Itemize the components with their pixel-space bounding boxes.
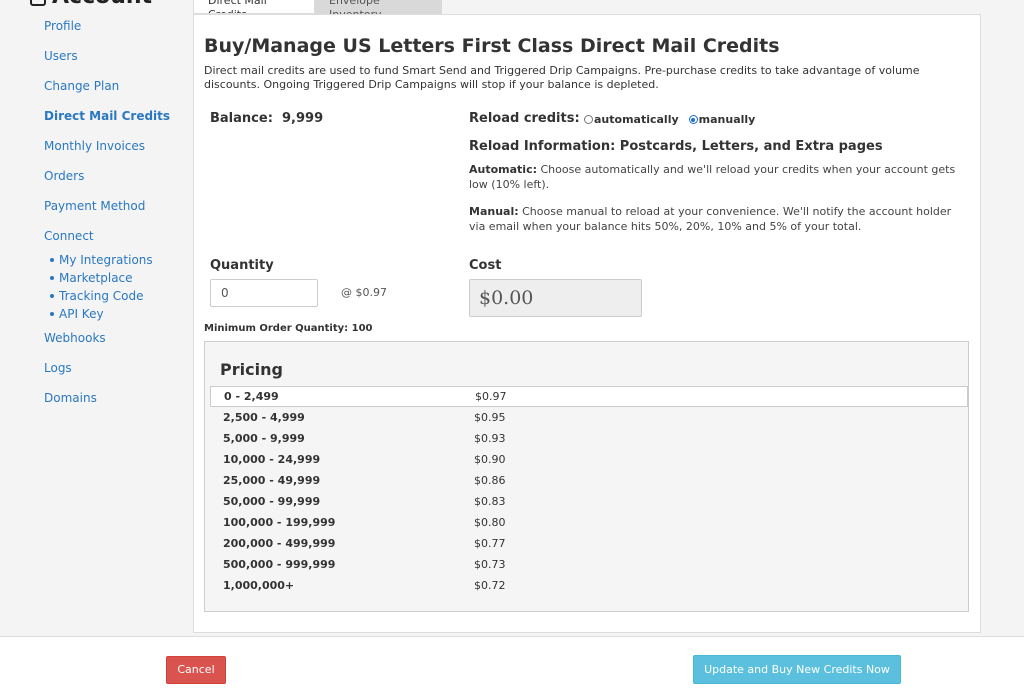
reload-manually-label[interactable]: manually	[699, 113, 756, 126]
automatic-info-text: Choose automatically and we'll reload yo…	[469, 163, 956, 191]
pricing-range: 50,000 - 99,999	[223, 495, 321, 508]
pricing-range: 100,000 - 199,999	[223, 516, 336, 529]
account-header-label: Account	[52, 0, 152, 9]
balance-label: Balance:	[210, 111, 273, 126]
pricing-range: 2,500 - 4,999	[223, 411, 305, 424]
pricing-price: $0.97	[475, 390, 507, 403]
pricing-price: $0.73	[474, 558, 506, 571]
tab-envelope-inventory[interactable]: Envelope Inventory	[315, 0, 442, 14]
pricing-row: 25,000 - 49,999 $0.86	[210, 471, 968, 492]
pricing-row: 50,000 - 99,999 $0.83	[210, 492, 968, 513]
subitem-label: My Integrations	[59, 253, 153, 267]
bullet-icon	[50, 311, 54, 316]
pricing-range: 0 - 2,499	[224, 390, 279, 403]
sidebar-item-orders[interactable]: Orders	[44, 169, 84, 183]
manual-info-text: Choose manual to reload at your convenie…	[469, 205, 952, 233]
sidebar-subitem-api-key[interactable]: API Key	[50, 307, 104, 321]
min-order-quantity: Minimum Order Quantity: 100	[204, 323, 373, 334]
subitem-label: Marketplace	[59, 271, 133, 285]
pricing-price: $0.90	[474, 453, 506, 466]
pricing-range: 25,000 - 49,999	[223, 474, 321, 487]
sidebar-item-profile[interactable]: Profile	[44, 19, 81, 33]
quantity-label: Quantity	[210, 258, 274, 273]
manual-info-label: Manual:	[469, 205, 519, 218]
main-panel: Buy/Manage US Letters First Class Direct…	[193, 14, 981, 633]
sidebar-item-monthly-invoices[interactable]: Monthly Invoices	[44, 139, 145, 153]
sidebar-subitem-my-integrations[interactable]: My Integrations	[50, 253, 153, 267]
pricing-price: $0.72	[474, 579, 506, 592]
bullet-icon	[50, 275, 54, 280]
sidebar-subitem-marketplace[interactable]: Marketplace	[50, 271, 133, 285]
page-title: Buy/Manage US Letters First Class Direct…	[204, 35, 780, 57]
pricing-price: $0.80	[474, 516, 506, 529]
pricing-row: 5,000 - 9,999 $0.93	[210, 429, 968, 450]
cost-label: Cost	[469, 258, 502, 273]
sidebar-item-users[interactable]: Users	[44, 49, 78, 63]
pricing-price: $0.93	[474, 432, 506, 445]
reload-info-title: Reload Information: Postcards, Letters, …	[469, 139, 883, 154]
pricing-price: $0.95	[474, 411, 506, 424]
pricing-price: $0.77	[474, 537, 506, 550]
reload-automatically-radio[interactable]	[584, 115, 593, 124]
balance-value: 9,999	[282, 111, 324, 126]
sidebar-item-change-plan[interactable]: Change Plan	[44, 79, 119, 93]
cost-field: $0.00	[469, 279, 642, 317]
sidebar-item-webhooks[interactable]: Webhooks	[44, 331, 106, 345]
automatic-info: Automatic: Choose automatically and we'l…	[469, 162, 959, 192]
pricing-row: 500,000 - 999,999 $0.73	[210, 555, 968, 576]
cancel-button[interactable]: Cancel	[166, 656, 226, 684]
pricing-row: 10,000 - 24,999 $0.90	[210, 450, 968, 471]
sidebar: Account Profile Users Change Plan Direct…	[0, 0, 190, 636]
reload-manually-radio[interactable]	[688, 115, 698, 124]
reload-automatically-label[interactable]: automatically	[594, 113, 679, 126]
pricing-price: $0.83	[474, 495, 506, 508]
update-and-buy-button[interactable]: Update and Buy New Credits Now	[693, 655, 901, 684]
pricing-range: 500,000 - 999,999	[223, 558, 336, 571]
tab-direct-mail-credits[interactable]: Direct Mail Credits	[193, 0, 315, 14]
sidebar-item-direct-mail-credits[interactable]: Direct Mail Credits	[44, 109, 170, 123]
footer-bar: Cancel Update and Buy New Credits Now	[0, 636, 1024, 700]
pricing-range: 5,000 - 9,999	[223, 432, 305, 445]
automatic-info-label: Automatic:	[469, 163, 537, 176]
pricing-range: 1,000,000+	[223, 579, 295, 592]
pricing-row: 100,000 - 199,999 $0.80	[210, 513, 968, 534]
pricing-row: 2,500 - 4,999 $0.95	[210, 408, 968, 429]
sidebar-subitem-tracking-code[interactable]: Tracking Code	[50, 289, 144, 303]
manual-info: Manual: Choose manual to reload at your …	[469, 204, 959, 234]
sidebar-item-payment-method[interactable]: Payment Method	[44, 199, 145, 213]
bullet-icon	[50, 257, 54, 262]
subitem-label: Tracking Code	[59, 289, 144, 303]
subitem-label: API Key	[59, 307, 104, 321]
account-icon	[30, 0, 46, 6]
pricing-table: Pricing 0 - 2,499 $0.97 2,500 - 4,999 $0.9…	[204, 341, 969, 612]
reload-credits-label: Reload credits:	[469, 111, 580, 126]
account-header: Account	[30, 0, 152, 9]
pricing-range: 10,000 - 24,999	[223, 453, 321, 466]
tab-label: Envelope Inventory	[329, 0, 382, 14]
unit-price: @ $0.97	[341, 286, 387, 299]
page-description: Direct mail credits are used to fund Sma…	[204, 64, 920, 91]
sidebar-item-domains[interactable]: Domains	[44, 391, 97, 405]
pricing-row: 0 - 2,499 $0.97	[210, 386, 968, 407]
reload-options: automatically manually	[584, 113, 765, 126]
bullet-icon	[50, 293, 54, 298]
pricing-row: 1,000,000+ $0.72	[210, 576, 968, 597]
pricing-range: 200,000 - 499,999	[223, 537, 336, 550]
pricing-title: Pricing	[220, 360, 283, 379]
sidebar-item-logs[interactable]: Logs	[44, 361, 72, 375]
sidebar-item-connect[interactable]: Connect	[44, 229, 94, 243]
quantity-input[interactable]	[210, 279, 318, 307]
pricing-row: 200,000 - 499,999 $0.77	[210, 534, 968, 555]
tab-label: Direct Mail Credits	[208, 0, 267, 13]
pricing-price: $0.86	[474, 474, 506, 487]
